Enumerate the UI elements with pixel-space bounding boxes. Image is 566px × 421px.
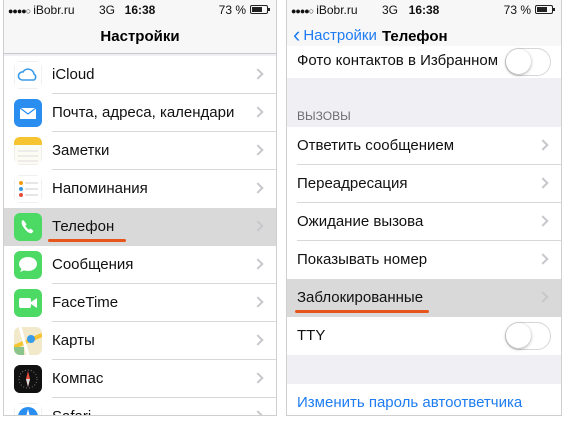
settings-item-compass[interactable]: Компас (4, 360, 276, 398)
phone-icon (14, 213, 42, 241)
chevron-right-icon (537, 215, 549, 227)
chevron-right-icon (252, 182, 264, 194)
settings-list: iCloud Почта, адреса, календари Заметки (4, 56, 276, 415)
facetime-icon (14, 289, 42, 317)
phone-settings-screen: ●●●●○ iBobr.ru 3G 16:38 73 % ‹ Настройки … (286, 0, 562, 416)
settings-item-label: Почта, адреса, календари (52, 104, 235, 121)
maps-icon (14, 327, 42, 355)
settings-item-facetime[interactable]: FaceTime (4, 284, 276, 322)
settings-item-phone[interactable]: Телефон (4, 208, 276, 246)
settings-item-reminders[interactable]: Напоминания (4, 170, 276, 208)
reminders-icon (14, 175, 42, 203)
tty-toggle[interactable] (505, 322, 551, 350)
chevron-right-icon (252, 106, 264, 118)
settings-item-label: iCloud (52, 66, 95, 83)
chevron-right-icon (252, 144, 264, 156)
calls-item-tty: TTY (287, 317, 561, 355)
favorites-photo-label: Фото контактов в Избранном (297, 52, 499, 69)
settings-item-label: Напоминания (52, 180, 148, 197)
calls-item-label: Показывать номер (297, 251, 428, 268)
change-voicemail-password-link: Изменить пароль автоответчика (297, 394, 523, 411)
tty-label: TTY (297, 327, 326, 344)
calls-item-reply-with-message[interactable]: Ответить сообщением (287, 127, 561, 165)
change-voicemail-password-row[interactable]: Изменить пароль автоответчика (287, 384, 561, 415)
chevron-right-icon (252, 68, 264, 80)
settings-item-maps[interactable]: Карты (4, 322, 276, 360)
chevron-right-icon (252, 296, 264, 308)
chevron-right-icon (537, 253, 549, 265)
calls-item-label: Ожидание вызова (297, 213, 424, 230)
settings-item-notes[interactable]: Заметки (4, 132, 276, 170)
battery-percent: 73 % (503, 3, 531, 17)
battery-percent: 73 % (218, 3, 246, 17)
settings-item-safari[interactable]: Safari (4, 398, 276, 415)
battery-icon (535, 5, 555, 14)
notes-icon (14, 137, 42, 165)
calls-item-blocked[interactable]: Заблокированные (287, 279, 561, 317)
chevron-right-icon (252, 372, 264, 384)
settings-item-label: Карты (52, 332, 95, 349)
calls-item-label: Переадресация (297, 175, 408, 192)
messages-icon (14, 251, 42, 279)
compass-icon (14, 365, 42, 393)
status-bar: ●●●●○ iBobr.ru 3G 16:38 73 % (287, 0, 561, 20)
chevron-right-icon (252, 410, 264, 415)
settings-item-icloud[interactable]: iCloud (4, 56, 276, 94)
mail-icon (14, 99, 42, 127)
chevron-right-icon (537, 177, 549, 189)
settings-item-label: Safari (52, 408, 91, 415)
calls-list: Ответить сообщением Переадресация Ожидан… (287, 127, 561, 355)
chevron-right-icon (252, 258, 264, 270)
settings-item-label: FaceTime (52, 294, 119, 311)
settings-item-label: Компас (52, 370, 104, 387)
icloud-icon (14, 61, 42, 89)
settings-screen: ●●●●○ iBobr.ru 3G 16:38 73 % Настройки iC… (3, 0, 277, 416)
chevron-right-icon (537, 139, 549, 151)
back-button-label: Настройки (303, 26, 377, 44)
settings-item-label: Телефон (52, 218, 115, 235)
chevron-right-icon (537, 291, 549, 303)
nav-bar: Настройки (4, 20, 276, 54)
chevron-right-icon (252, 220, 264, 232)
settings-item-label: Заметки (52, 142, 110, 159)
chevron-right-icon (252, 334, 264, 346)
safari-icon (14, 403, 42, 415)
status-bar: ●●●●○ iBobr.ru 3G 16:38 73 % (4, 0, 276, 20)
calls-item-show-caller-id[interactable]: Показывать номер (287, 241, 561, 279)
highlight-underline (48, 239, 126, 242)
page-title: Телефон (382, 28, 448, 45)
battery-icon (250, 5, 270, 14)
calls-item-label: Заблокированные (297, 289, 424, 306)
favorites-photo-row: Фото контактов в Избранном (287, 46, 561, 78)
calls-item-call-waiting[interactable]: Ожидание вызова (287, 203, 561, 241)
calls-item-label: Ответить сообщением (297, 137, 455, 154)
chevron-left-icon: ‹ (293, 22, 301, 47)
highlight-underline (295, 310, 429, 313)
calls-item-call-forwarding[interactable]: Переадресация (287, 165, 561, 203)
settings-item-label: Сообщения (52, 256, 134, 273)
favorites-photo-toggle[interactable] (505, 48, 551, 76)
back-button[interactable]: ‹ Настройки (293, 22, 377, 47)
page-title: Настройки (100, 28, 180, 45)
section-header-calls: ВЫЗОВЫ (297, 109, 351, 123)
settings-item-messages[interactable]: Сообщения (4, 246, 276, 284)
settings-item-mail[interactable]: Почта, адреса, календари (4, 94, 276, 132)
